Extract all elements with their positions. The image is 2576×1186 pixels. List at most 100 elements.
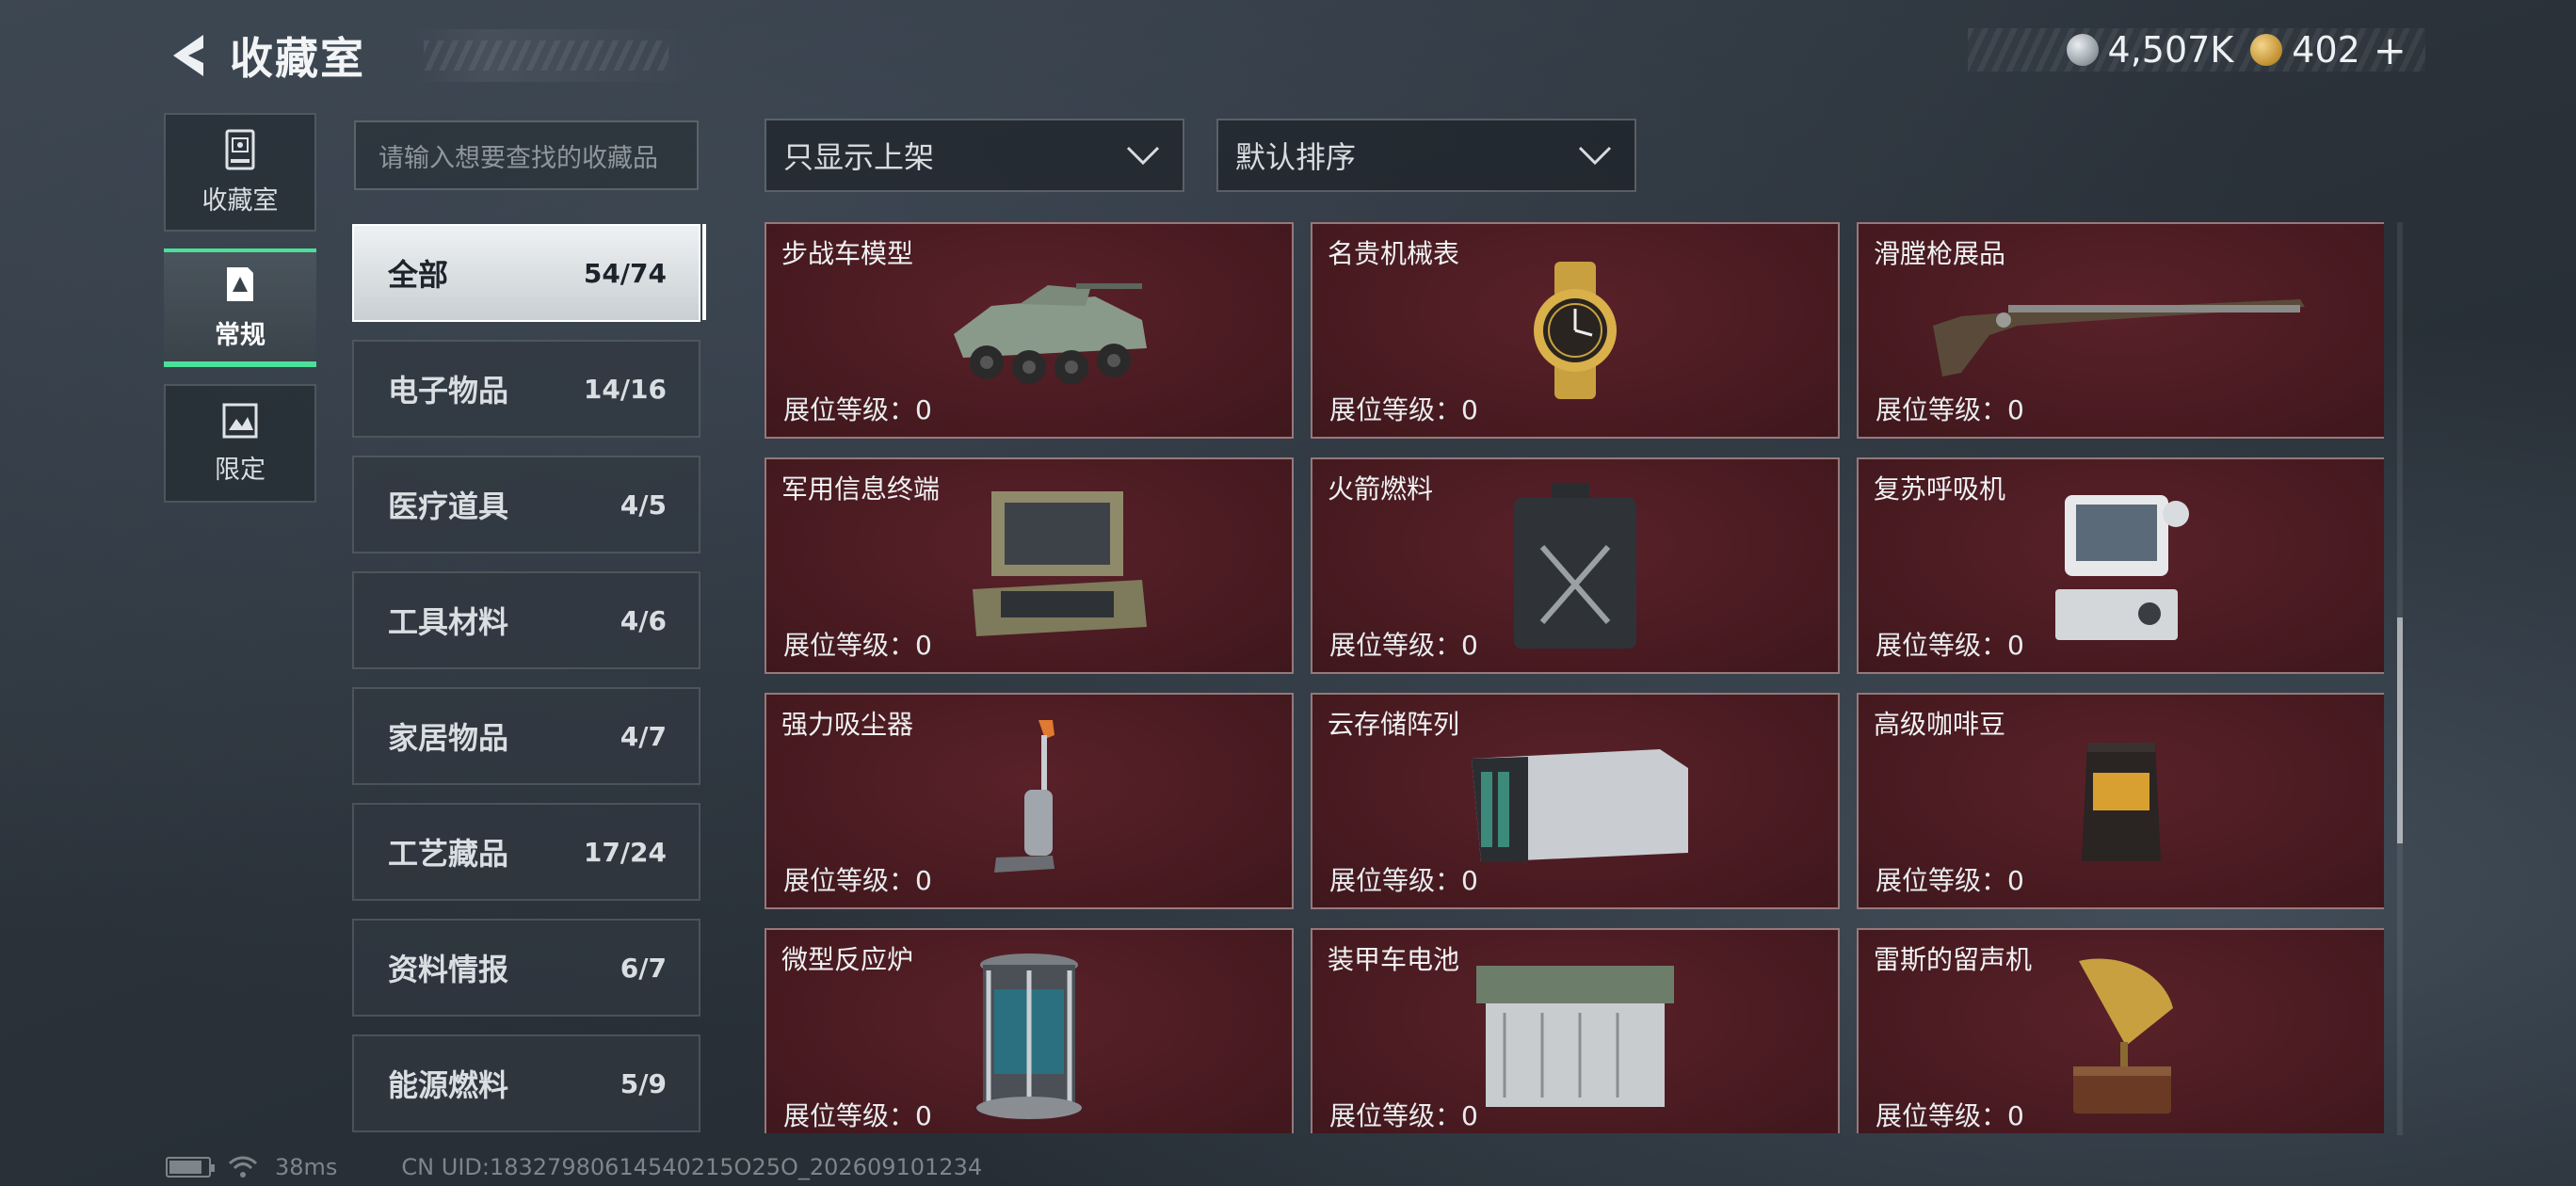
collectible-card[interactable]: 滑膛枪展品 展位等级：0 — [1857, 222, 2384, 439]
back-button[interactable] — [160, 23, 217, 88]
category-list: 全部 54/74 电子物品 14/16 医疗道具 4/5 工具材料 4/6 家居… — [352, 224, 706, 1150]
currency-bar: 4,507K 402 + — [1968, 27, 2425, 73]
category-count: 17/24 — [583, 836, 667, 868]
category-count: 4/5 — [620, 489, 667, 521]
category-name: 能源燃料 — [388, 1067, 509, 1103]
category-name: 家居物品 — [388, 720, 509, 756]
left-nav: 收藏室 常规 限定 — [164, 113, 316, 520]
chevron-down-icon — [1578, 146, 1612, 166]
collectible-card[interactable]: 火箭燃料 展位等级：0 — [1311, 457, 1840, 674]
category-count: 4/7 — [620, 720, 667, 752]
category-crafts[interactable]: 工艺藏品 17/24 — [352, 803, 700, 901]
collectible-card[interactable]: 名贵机械表 展位等级：0 — [1311, 222, 1840, 439]
collectible-card[interactable]: 雷斯的留声机 展位等级：0 — [1857, 928, 2384, 1133]
collectible-card[interactable]: 装甲车电池 展位等级：0 — [1311, 928, 1840, 1133]
category-count: 14/16 — [583, 373, 667, 405]
category-name: 资料情报 — [388, 952, 509, 987]
scrollbar-thumb[interactable] — [2397, 617, 2403, 843]
category-name: 工艺藏品 — [388, 836, 509, 872]
item-name: 滑膛枪展品 — [1874, 238, 2006, 269]
collectible-card[interactable]: 高级咖啡豆 展位等级：0 — [1857, 693, 2384, 909]
sort-select[interactable]: 默认排序 — [1216, 119, 1636, 192]
item-name: 雷斯的留声机 — [1874, 944, 2033, 975]
item-name: 装甲车电池 — [1328, 944, 1460, 975]
silver-coin-icon — [2066, 34, 2099, 66]
header: 收藏室 — [160, 23, 706, 88]
category-intel[interactable]: 资料情报 6/7 — [352, 919, 700, 1017]
display-level: 展位等级：0 — [1329, 1100, 1478, 1131]
nav-regular[interactable]: 常规 — [164, 248, 316, 367]
search-placeholder: 请输入想要查找的收藏品 — [378, 143, 658, 173]
collectible-card[interactable]: 微型反应炉 展位等级：0 — [765, 928, 1294, 1133]
display-case-icon — [225, 129, 255, 169]
display-level: 展位等级：0 — [783, 394, 932, 425]
display-level: 展位等级：0 — [1876, 394, 2024, 425]
category-count: 54/74 — [583, 257, 667, 289]
battery-icon — [166, 1157, 215, 1178]
item-name: 微型反应炉 — [781, 944, 914, 975]
sort-value: 默认排序 — [1235, 139, 1357, 175]
collectible-card[interactable]: 军用信息终端 展位等级：0 — [765, 457, 1294, 674]
category-count: 4/6 — [620, 604, 667, 636]
display-level: 展位等级：0 — [1329, 630, 1478, 661]
uid-text: CN UID:18327980614540215O25O_20260910123… — [401, 1154, 983, 1180]
shelf-filter-select[interactable]: 只显示上架 — [765, 119, 1184, 192]
vacuum-cleaner-icon — [994, 720, 1055, 873]
add-currency-button[interactable]: + — [2374, 27, 2407, 73]
nav-label: 限定 — [215, 455, 266, 485]
category-name: 医疗道具 — [388, 489, 509, 524]
shelf-filter-value: 只显示上架 — [783, 139, 935, 175]
display-level: 展位等级：0 — [1329, 865, 1478, 896]
item-name: 强力吸尘器 — [781, 709, 914, 740]
display-level: 展位等级：0 — [783, 865, 932, 896]
micro-reactor-icon — [976, 954, 1082, 1119]
nav-collection-room[interactable]: 收藏室 — [164, 113, 316, 232]
collectible-card[interactable]: 云存储阵列 展位等级：0 — [1311, 693, 1840, 909]
collectible-card[interactable]: 强力吸尘器 展位等级：0 — [765, 693, 1294, 909]
collectible-card[interactable]: 步战车模型 展位等级：0 — [765, 222, 1294, 439]
item-name: 火箭燃料 — [1328, 473, 1434, 505]
category-medical[interactable]: 医疗道具 4/5 — [352, 456, 700, 553]
item-name: 军用信息终端 — [781, 473, 941, 505]
category-fuel[interactable]: 能源燃料 5/9 — [352, 1034, 700, 1132]
nav-limited[interactable]: 限定 — [164, 384, 316, 503]
wifi-icon — [228, 1156, 258, 1178]
musket-icon — [1933, 299, 2305, 377]
back-arrow-icon — [173, 35, 203, 76]
nav-label: 常规 — [215, 320, 266, 350]
display-level: 展位等级：0 — [1876, 630, 2024, 661]
category-count: 5/9 — [620, 1067, 667, 1099]
category-all[interactable]: 全部 54/74 — [352, 224, 700, 322]
title-bar: 收藏室 — [217, 29, 706, 84]
watch-icon — [1534, 262, 1617, 399]
armored-battery-icon — [1476, 966, 1674, 1107]
display-level: 展位等级：0 — [783, 630, 932, 661]
ping-value: 38ms — [275, 1154, 338, 1180]
display-level: 展位等级：0 — [1876, 1100, 2024, 1131]
item-name: 步战车模型 — [781, 238, 914, 269]
coffee-bag-icon — [2082, 743, 2161, 861]
category-electronics[interactable]: 电子物品 14/16 — [352, 340, 700, 438]
category-household[interactable]: 家居物品 4/7 — [352, 687, 700, 785]
ifv-model-icon — [954, 283, 1147, 384]
ventilator-icon — [2055, 495, 2189, 640]
storage-array-icon — [1472, 749, 1688, 862]
gold-amount: 402 — [2292, 29, 2360, 71]
category-name: 工具材料 — [388, 604, 509, 640]
item-name: 复苏呼吸机 — [1874, 473, 2006, 505]
category-name: 全部 — [388, 257, 449, 293]
collection-grid: 步战车模型 展位等级：0 名贵机械表 展位等级：0 滑膛枪展品 展位等级：0 军… — [765, 222, 2384, 1133]
gold-coin-icon — [2250, 34, 2283, 66]
item-name: 云存储阵列 — [1328, 709, 1460, 740]
gold-currency: 402 + — [2250, 27, 2407, 73]
nav-label: 收藏室 — [201, 185, 279, 216]
category-tools[interactable]: 工具材料 4/6 — [352, 571, 700, 669]
gramophone-icon — [2073, 958, 2173, 1114]
military-terminal-icon — [973, 491, 1147, 636]
item-name: 高级咖啡豆 — [1874, 709, 2006, 740]
page-title: 收藏室 — [230, 33, 365, 84]
category-name: 电子物品 — [388, 373, 509, 409]
grid-scrollbar[interactable] — [2397, 222, 2403, 1135]
collectible-card[interactable]: 复苏呼吸机 展位等级：0 — [1857, 457, 2384, 674]
search-input[interactable]: 请输入想要查找的收藏品 — [354, 120, 699, 190]
